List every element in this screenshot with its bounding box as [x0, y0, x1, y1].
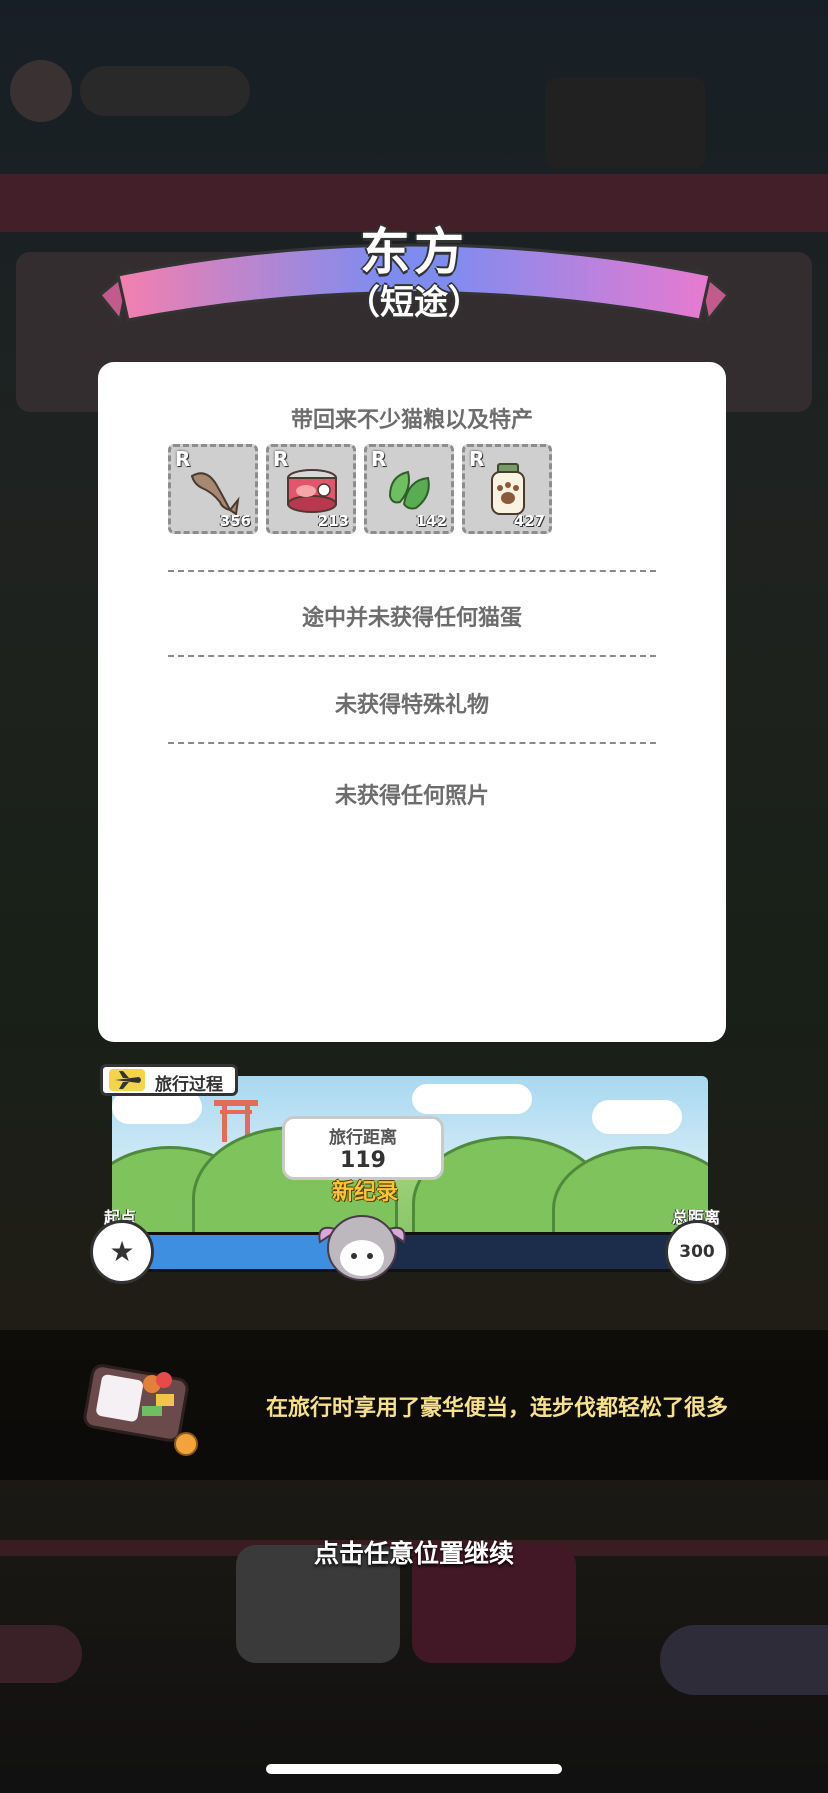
airplane-icon: [109, 1069, 145, 1091]
bento-box-icon: [83, 1364, 198, 1456]
bento-message: 在旅行时享用了豪华便当，连步伐都轻松了很多: [266, 1396, 729, 1421]
travel-process-label: 旅行过程: [155, 1075, 223, 1095]
distance-box: 旅行距离 119: [282, 1116, 444, 1180]
item-count: 427: [513, 512, 545, 530]
total-distance-value: 300: [665, 1220, 729, 1284]
cloud: [592, 1100, 682, 1134]
distance-track: [140, 1232, 686, 1272]
distance-value: 119: [340, 1148, 386, 1173]
reward-item[interactable]: R 356: [168, 444, 258, 534]
item-rank: R: [469, 447, 485, 471]
destination-title: 东方: [360, 223, 468, 281]
leaf-icon: [388, 470, 430, 510]
home-indicator[interactable]: [266, 1764, 562, 1774]
travel-process-tag: 旅行过程: [100, 1064, 238, 1096]
item-rank: R: [371, 447, 387, 471]
continue-hint[interactable]: 点击任意位置继续: [0, 1534, 828, 1570]
item-rank: R: [273, 447, 289, 471]
photo-result-text: 未获得任何照片: [334, 784, 489, 809]
item-count: 142: [415, 512, 447, 530]
reward-items: R 356 R 213 R 142 R 427: [168, 444, 552, 534]
item-count: 356: [219, 512, 251, 530]
gift-result-text: 未获得特殊礼物: [334, 693, 489, 718]
start-star-icon: ★: [90, 1220, 154, 1284]
egg-result-text: 途中并未获得任何猫蛋: [301, 606, 522, 631]
cat-traveler-icon: [318, 1215, 406, 1281]
canned-food-icon: [287, 469, 337, 513]
reward-item[interactable]: R 427: [462, 444, 552, 534]
dried-fish-icon: [190, 472, 240, 516]
divider: [168, 655, 656, 657]
distance-label: 旅行距离: [329, 1128, 397, 1148]
rewards-heading: 带回来不少猫粮以及特产: [290, 408, 533, 433]
destination-subtitle: （短途）: [346, 283, 482, 323]
item-count: 213: [317, 512, 349, 530]
cloud: [412, 1084, 532, 1114]
reward-item[interactable]: R 213: [266, 444, 356, 534]
paw-jar-icon: [491, 463, 525, 515]
divider: [168, 742, 656, 744]
reward-item[interactable]: R 142: [364, 444, 454, 534]
item-rank: R: [175, 447, 191, 471]
result-card: 带回来不少猫粮以及特产 R 356 R 213 R 142 R 427 途中并未…: [98, 362, 726, 1042]
divider: [168, 570, 656, 572]
